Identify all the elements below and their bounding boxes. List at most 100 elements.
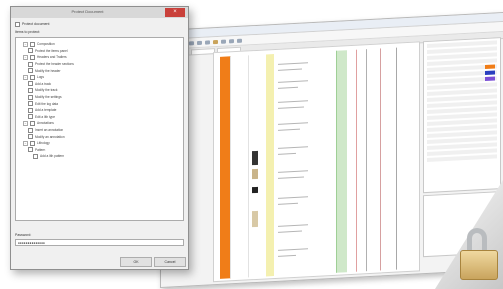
tree-item-checkbox[interactable]	[28, 68, 33, 74]
toolbar-button[interactable]	[197, 40, 202, 45]
description-text	[278, 248, 308, 251]
protect-document-dialog: Protect Document × Protect document Item…	[10, 6, 189, 270]
protect-document-checkbox-row[interactable]: Protect document	[15, 21, 184, 27]
description-text	[278, 146, 308, 149]
log-curve-red	[356, 49, 357, 272]
description-text	[278, 170, 308, 173]
tree-item[interactable]: − Headers and Trailers	[16, 54, 183, 61]
protection-items-tree[interactable]: − Composition Protect the items panel − Head…	[15, 37, 184, 221]
tree-item[interactable]: Edit the log data	[16, 100, 183, 107]
description-text	[278, 62, 308, 65]
tree-item[interactable]: Add a template	[16, 107, 183, 114]
close-button[interactable]: ×	[165, 8, 185, 17]
dialog-title: Protect Document	[71, 9, 104, 14]
password-label: Password:	[15, 233, 32, 237]
password-field[interactable]: ●●●●●●●●●●●●●●	[15, 239, 184, 246]
tree-item[interactable]: − Composition	[16, 41, 183, 48]
tree-item-label: Modify an annotation	[35, 134, 65, 139]
tree-item[interactable]: Protect the items panel	[16, 48, 183, 55]
tree-item-checkbox[interactable]	[28, 114, 33, 120]
tree-item[interactable]: Modify the header	[16, 67, 183, 74]
tree-item-checkbox[interactable]	[28, 107, 33, 113]
tree-expander-icon[interactable]: −	[23, 41, 28, 47]
property-row[interactable]	[427, 154, 497, 163]
tree-item-checkbox[interactable]	[30, 74, 35, 80]
tree-item-label: Add a lith pattern	[40, 154, 65, 159]
tree-item-checkbox[interactable]	[30, 54, 35, 60]
log-editor-window	[160, 11, 503, 289]
tree-item[interactable]: − Annotations	[16, 120, 183, 127]
toolbar-button[interactable]	[189, 40, 194, 45]
tree-item-label: Annotations	[37, 121, 54, 126]
tree-item-checkbox[interactable]	[28, 94, 33, 100]
cancel-button[interactable]: Cancel	[154, 257, 186, 267]
toolbar-button[interactable]	[229, 38, 234, 43]
tree-item-checkbox[interactable]	[30, 41, 35, 47]
tree-item-label: Edit a lith type	[35, 114, 56, 119]
tree-item-label: Logs	[37, 75, 44, 80]
tree-item-label: Add a track	[35, 81, 52, 86]
tree-expander-icon[interactable]: −	[23, 54, 28, 60]
tree-item-label: Lithology	[37, 141, 50, 146]
document-tab[interactable]	[191, 48, 215, 56]
toolbar-button[interactable]	[221, 39, 226, 44]
tree-item-checkbox[interactable]	[28, 134, 33, 140]
tree-expander-icon[interactable]: −	[23, 74, 28, 80]
tree-item[interactable]: Add a lith pattern	[16, 153, 183, 160]
tree-item-checkbox[interactable]	[30, 140, 35, 146]
color-swatch[interactable]	[485, 70, 495, 75]
tree-expander-icon[interactable]: −	[23, 120, 28, 126]
tree-item[interactable]: Modify the settings	[16, 94, 183, 101]
description-text	[278, 80, 308, 83]
description-text	[278, 176, 304, 179]
lithology-block	[252, 210, 258, 228]
tree-item-checkbox[interactable]	[28, 101, 33, 107]
tree-item-checkbox[interactable]	[28, 81, 33, 87]
tree-item-checkbox[interactable]	[28, 147, 33, 153]
tree-item[interactable]: Insert an annotation	[16, 127, 183, 134]
description-text	[278, 230, 302, 233]
tree-item[interactable]: Pattern	[16, 147, 183, 154]
color-swatch[interactable]	[485, 76, 495, 81]
tree-item[interactable]: Add a track	[16, 81, 183, 88]
tree-expander-icon[interactable]: −	[23, 140, 28, 146]
tree-item[interactable]: − Logs	[16, 74, 183, 81]
tree-item[interactable]: − Lithology	[16, 140, 183, 147]
borehole-log-view[interactable]	[213, 41, 420, 283]
tree-item[interactable]: Protect the header sections	[16, 61, 183, 68]
yellow-track	[266, 54, 274, 277]
tree-item[interactable]: Modify an annotation	[16, 133, 183, 140]
ok-button[interactable]: OK	[120, 257, 152, 267]
tree-item[interactable]: Modify the track	[16, 87, 183, 94]
lithology-block	[252, 150, 258, 166]
description-text	[278, 122, 308, 125]
padlock-shackle	[467, 228, 487, 252]
padlock-icon	[460, 228, 500, 280]
description-text	[278, 128, 300, 131]
tree-item-checkbox[interactable]	[28, 48, 33, 54]
properties-panel	[423, 37, 501, 194]
lithology-block	[252, 168, 258, 180]
color-swatch[interactable]	[485, 64, 495, 69]
protect-document-checkbox[interactable]	[15, 21, 20, 27]
tree-item-label: Edit the log data	[35, 101, 59, 106]
toolbar-button[interactable]	[237, 38, 242, 43]
tree-item-checkbox[interactable]	[30, 120, 35, 126]
description-text	[278, 254, 296, 257]
tree-item-label: Insert an annotation	[35, 128, 64, 133]
description-text	[278, 100, 308, 103]
tree-item-checkbox[interactable]	[33, 153, 38, 159]
lithology-strip	[220, 56, 231, 279]
tree-item-checkbox[interactable]	[28, 127, 33, 133]
log-curve-gray	[396, 47, 397, 270]
description-text	[278, 152, 296, 155]
tree-item-checkbox[interactable]	[28, 87, 33, 93]
tree-item[interactable]: Edit a lith type	[16, 114, 183, 121]
depth-track	[234, 55, 249, 279]
tree-item-checkbox[interactable]	[28, 61, 33, 67]
toolbar-button[interactable]	[213, 39, 218, 44]
tree-item-label: Modify the settings	[35, 95, 62, 100]
lithology-block	[252, 186, 258, 194]
tree-item-label: Protect the header sections	[35, 62, 74, 67]
toolbar-button[interactable]	[205, 39, 210, 45]
